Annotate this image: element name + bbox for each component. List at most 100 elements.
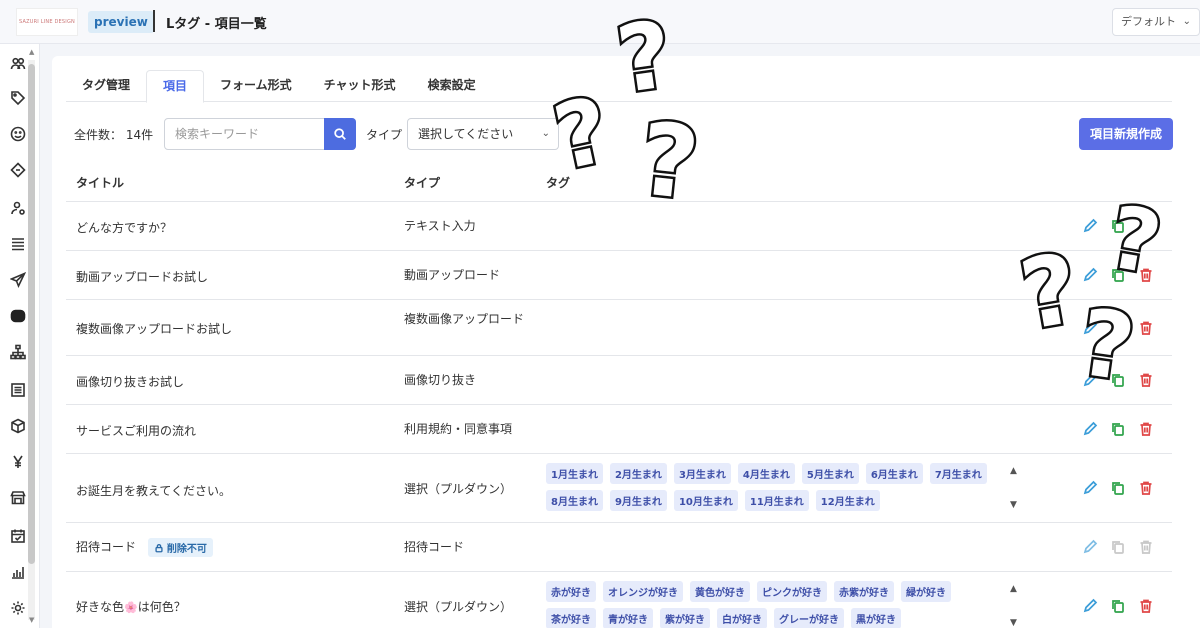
search-button[interactable] <box>324 118 356 150</box>
badge-text: 削除不可 <box>166 544 207 555</box>
tag-chip[interactable]: 4月生まれ <box>737 463 795 484</box>
user-settings-icon[interactable] <box>8 198 28 218</box>
tag-icon[interactable] <box>8 88 28 108</box>
tab-chat-style[interactable]: チャット形式 <box>308 70 412 102</box>
tab-search-settings[interactable]: 検索設定 <box>412 70 492 102</box>
brand-logo[interactable]: SAZURI LINE DESIGN <box>16 8 78 36</box>
tag-chip[interactable]: 青が好き <box>603 608 653 628</box>
copy-icon[interactable] <box>1110 267 1126 287</box>
trash-icon[interactable] <box>1138 320 1154 340</box>
tag-chip[interactable]: 10月生まれ <box>673 490 738 511</box>
trash-icon[interactable] <box>1138 267 1154 287</box>
sidebar-scrollbar[interactable] <box>28 60 35 620</box>
tab-items[interactable]: 項目 <box>146 70 205 103</box>
caret-up-icon[interactable]: ▲ <box>1010 584 1017 594</box>
edit-icon[interactable] <box>1082 320 1098 340</box>
tag-chip[interactable]: 3月生まれ <box>673 463 731 484</box>
smile-icon[interactable] <box>8 124 28 144</box>
table-row[interactable]: 動画アップロードお試し 動画アップロード <box>66 251 1172 300</box>
document-icon[interactable] <box>8 380 28 400</box>
caret-down-icon[interactable]: ▼ <box>1010 500 1017 510</box>
table-row[interactable]: お誕生月を教えてください。 選択（プルダウン） 1月生まれ 2月生まれ 3月生ま… <box>66 454 1172 523</box>
copy-icon[interactable] <box>1110 480 1126 500</box>
gear-icon[interactable] <box>8 598 28 618</box>
tag-chip[interactable]: 赤紫が好き <box>834 581 894 602</box>
trash-icon[interactable] <box>1138 598 1154 618</box>
table-row[interactable]: 招待コード 削除不可 招待コード <box>66 523 1172 572</box>
hierarchy-icon[interactable] <box>8 342 28 362</box>
row-title-text: は何色？ <box>137 600 186 614</box>
trash-icon[interactable] <box>1138 372 1154 392</box>
box-icon[interactable] <box>8 416 28 436</box>
line-icon[interactable] <box>8 306 28 326</box>
users-icon[interactable] <box>8 54 28 74</box>
tab-form-style[interactable]: フォーム形式 <box>204 70 308 102</box>
row-actions <box>1082 372 1162 392</box>
type-filter-select[interactable]: 選択してください ⌄ <box>407 118 559 150</box>
tag-chip[interactable]: 紫が好き <box>660 608 710 628</box>
edit-icon[interactable] <box>1082 539 1098 559</box>
default-select[interactable]: デフォルト ⌄ <box>1112 8 1200 36</box>
row-type: 選択（プルダウン） <box>404 482 513 496</box>
scrollbar-thumb[interactable] <box>28 64 35 564</box>
app-header: SAZURI LINE DESIGN preview Lタグ - 項目一覧 デフ… <box>0 0 1200 44</box>
store-icon[interactable] <box>8 488 28 508</box>
table-row[interactable]: 複数画像アップロードお試し 複数画像アップロード <box>66 300 1172 356</box>
create-item-button[interactable]: 項目新規作成 <box>1079 118 1173 150</box>
row-type: 複数画像アップロード <box>404 312 525 326</box>
default-select-value: デフォルト <box>1121 15 1176 28</box>
caret-up-icon[interactable]: ▲ <box>1010 466 1017 476</box>
table-header: タイトル タイプ タグ <box>66 162 1172 202</box>
yen-icon[interactable] <box>8 452 28 472</box>
tag-chip[interactable]: 黄色が好き <box>690 581 750 602</box>
tag-chip[interactable]: オレンジが好き <box>603 581 683 602</box>
tag-chip[interactable]: 赤が好き <box>546 581 596 602</box>
edit-icon[interactable] <box>1082 480 1098 500</box>
tag-chip[interactable]: 8月生まれ <box>546 490 603 511</box>
tag-chip[interactable]: グレーが好き <box>774 608 844 628</box>
scroll-up-icon[interactable]: ▲ <box>29 48 34 56</box>
caret-down-icon[interactable]: ▼ <box>1010 618 1017 628</box>
search-input[interactable] <box>165 119 323 149</box>
tag-chip[interactable]: 5月生まれ <box>801 463 859 484</box>
tag-chip[interactable]: 1月生まれ <box>546 463 603 484</box>
tag-chip[interactable]: 黒が好き <box>851 608 901 628</box>
tag-chip[interactable]: 9月生まれ <box>609 490 667 511</box>
copy-icon[interactable] <box>1110 320 1126 340</box>
tab-tag-management[interactable]: タグ管理 <box>66 70 146 102</box>
table-row[interactable]: 好きな色🌸は何色？ 選択（プルダウン） 赤が好き オレンジが好き 黄色が好き ピ… <box>66 572 1172 628</box>
copy-icon[interactable] <box>1110 372 1126 392</box>
tag-chip[interactable]: 6月生まれ <box>865 463 923 484</box>
table-row[interactable]: サービスご利用の流れ 利用規約・同意事項 <box>66 405 1172 454</box>
edit-icon[interactable] <box>1082 421 1098 441</box>
bar-chart-icon[interactable] <box>8 562 28 582</box>
tag-chip[interactable]: ピンクが好き <box>757 581 827 602</box>
trash-icon[interactable] <box>1138 480 1154 500</box>
tag-chip[interactable]: 茶が好き <box>546 608 596 628</box>
search-box <box>164 118 356 150</box>
tag-chip[interactable]: 2月生まれ <box>609 463 667 484</box>
edit-icon[interactable] <box>1082 598 1098 618</box>
scroll-down-icon[interactable]: ▼ <box>29 616 34 624</box>
edit-icon[interactable] <box>1082 372 1098 392</box>
list-icon[interactable] <box>8 234 28 254</box>
diamond-tag-icon[interactable] <box>8 160 28 180</box>
tag-chip[interactable]: 白が好き <box>717 608 767 628</box>
send-icon[interactable] <box>8 270 28 290</box>
row-actions <box>1082 598 1162 618</box>
tag-chip[interactable]: 緑が好き <box>901 581 951 602</box>
copy-icon[interactable] <box>1110 598 1126 618</box>
trash-icon[interactable] <box>1138 218 1154 238</box>
table-row[interactable]: どんな方ですか？ テキスト入力 <box>66 202 1172 251</box>
calendar-icon[interactable] <box>8 526 28 546</box>
tag-chip[interactable]: 7月生まれ <box>929 463 987 484</box>
tag-chip[interactable]: 11月生まれ <box>744 490 809 511</box>
table-row[interactable]: 画像切り抜きお試し 画像切り抜き <box>66 356 1172 405</box>
copy-icon[interactable] <box>1110 421 1126 441</box>
copy-icon[interactable] <box>1110 218 1126 238</box>
edit-icon[interactable] <box>1082 267 1098 287</box>
edit-icon[interactable] <box>1082 218 1098 238</box>
sidebar: ▲ ▼ <box>0 44 40 628</box>
tag-chip[interactable]: 12月生まれ <box>815 490 880 511</box>
trash-icon[interactable] <box>1138 421 1154 441</box>
